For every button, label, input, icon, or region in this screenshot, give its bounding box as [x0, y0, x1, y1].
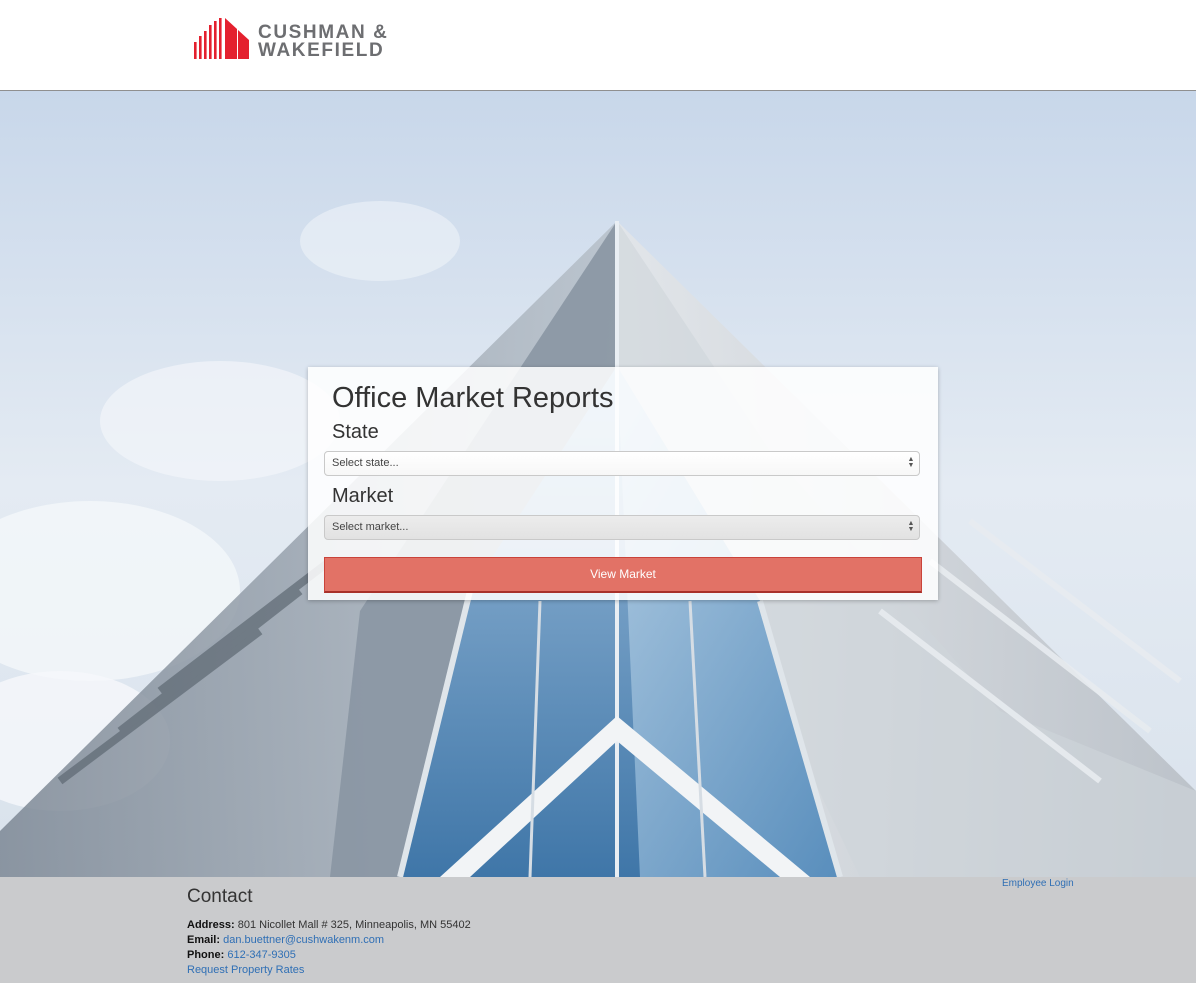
request-rates-line: Request Property Rates: [187, 963, 304, 977]
phone-line: Phone: 612-347-9305: [187, 948, 296, 962]
page-title: Office Market Reports: [332, 382, 614, 414]
phone-label: Phone:: [187, 949, 225, 961]
market-select-value: Select market...: [332, 521, 409, 533]
logo-line-2: WAKEFIELD: [258, 40, 385, 61]
email-line: Email: dan.buettner@cushwakenm.com: [187, 933, 384, 947]
state-select-value: Select state...: [332, 457, 399, 469]
market-select[interactable]: Select market... ▲ ▼: [324, 515, 920, 540]
cushman-wakefield-logo[interactable]: CUSHMAN & WAKEFIELD: [194, 18, 394, 62]
state-select[interactable]: Select state... ▲ ▼: [324, 451, 920, 476]
email-label: Email:: [187, 934, 221, 946]
logo-wordmark: CUSHMAN & WAKEFIELD: [258, 23, 389, 61]
select-arrows-icon: ▲ ▼: [907, 456, 915, 469]
state-label: State: [332, 421, 379, 443]
address-value: 801 Nicollet Mall # 325, Minneapolis, MN…: [237, 919, 471, 931]
site-footer: Contact Employee Login Address: 801 Nico…: [0, 877, 1196, 983]
market-label: Market: [332, 485, 394, 507]
address-label: Address:: [187, 919, 235, 931]
view-market-button[interactable]: View Market: [324, 557, 922, 593]
employee-login-link[interactable]: Employee Login: [1002, 878, 1074, 890]
contact-heading: Contact: [187, 886, 253, 907]
select-arrows-icon: ▲ ▼: [907, 520, 915, 533]
request-property-rates-link[interactable]: Request Property Rates: [187, 964, 304, 976]
address-line: Address: 801 Nicollet Mall # 325, Minnea…: [187, 918, 471, 932]
logo-mark-icon: [194, 18, 249, 59]
site-header: CUSHMAN & WAKEFIELD: [0, 0, 1196, 91]
market-report-form: Office Market Reports State Select state…: [308, 367, 938, 600]
email-link[interactable]: dan.buettner@cushwakenm.com: [223, 934, 384, 946]
phone-link[interactable]: 612-347-9305: [227, 949, 296, 961]
